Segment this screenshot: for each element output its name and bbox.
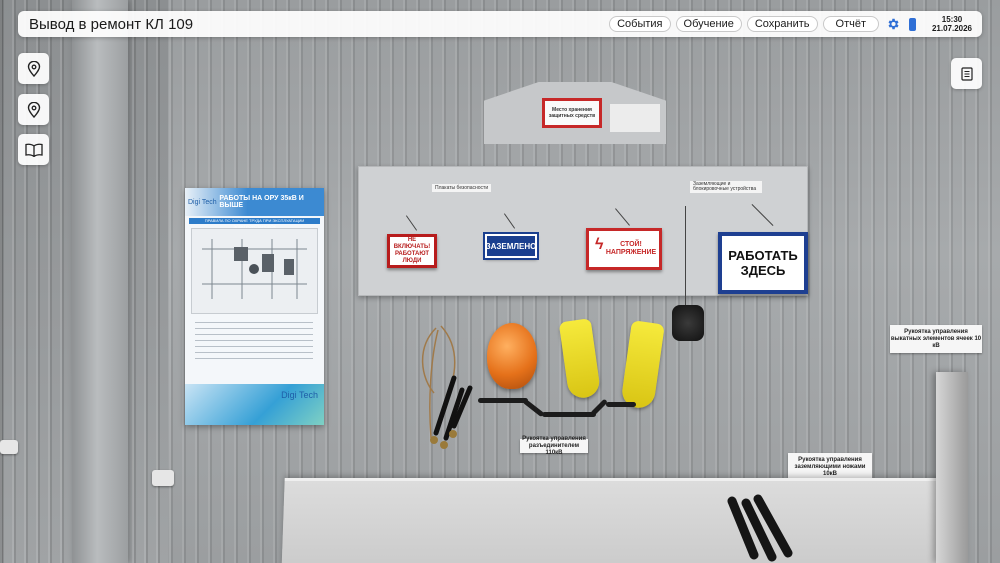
- wall-socket: [0, 440, 18, 454]
- poster-header: Digi Tech РАБОТЫ НА ОРУ 35кВ И ВЫШЕ: [185, 188, 324, 216]
- grounding-cable-set[interactable]: [416, 318, 476, 458]
- right-partition-rail: [936, 372, 968, 563]
- lightning-icon: ϟ: [595, 236, 604, 253]
- sign-work-here[interactable]: РАБОТАТЬ ЗДЕСЬ: [718, 232, 808, 294]
- location-pin-icon: [27, 60, 40, 77]
- floor-partition: [281, 478, 945, 563]
- storage-paper: [610, 104, 660, 132]
- storage-sign: Место хранения защитных средств: [542, 98, 602, 128]
- top-bar: Вывод в ремонт КЛ 109 События Обучение С…: [18, 11, 982, 37]
- training-button[interactable]: Обучение: [675, 16, 742, 32]
- settings-button[interactable]: [885, 16, 901, 32]
- events-button[interactable]: События: [609, 16, 671, 32]
- sign-no-switch[interactable]: НЕ ВКЛЮЧАТЬ! РАБОТАЮТ ЛЮДИ: [387, 234, 437, 268]
- poster-title: РАБОТЫ НА ОРУ 35кВ И ВЫШЕ: [219, 195, 304, 209]
- poster-brand: Digi Tech: [188, 198, 217, 206]
- location-button-2[interactable]: [18, 94, 49, 125]
- label-earthing-knife-handle: Рукоятка управления заземляющими ножами …: [788, 453, 872, 481]
- poster-scheme-image: [191, 228, 318, 314]
- document-list-icon: [960, 66, 973, 81]
- clock-date: 21.07.2026: [931, 24, 973, 33]
- gear-icon: [888, 18, 899, 30]
- location-pin-icon: [27, 101, 40, 118]
- label-cart-handle: Рукоятка управления выкатных элементов я…: [890, 325, 982, 353]
- lock-string: [685, 206, 686, 306]
- safety-helmet[interactable]: [487, 323, 537, 389]
- location-button-1[interactable]: [18, 53, 49, 84]
- scene-viewport[interactable]: Место хранения защитных средств Плакаты …: [0, 0, 1000, 563]
- danger-sign-text: СТОЙ! НАПРЯЖЕНИЕ: [605, 241, 657, 256]
- report-button[interactable]: Отчёт: [822, 16, 879, 32]
- wall-socket: [152, 470, 174, 486]
- sign-danger-voltage[interactable]: ϟ СТОЙ! НАПРЯЖЕНИЕ: [586, 228, 662, 270]
- open-book-icon: [24, 143, 43, 157]
- dielectric-glove-left[interactable]: [558, 318, 602, 400]
- padlock-bundle[interactable]: [672, 305, 704, 341]
- clock-time: 15:30: [941, 15, 963, 24]
- phone-icon: [908, 17, 916, 31]
- documents-button[interactable]: [951, 58, 982, 89]
- save-button[interactable]: Сохранить: [746, 16, 818, 32]
- sign-grounded[interactable]: ЗАЗЕМЛЕНО: [483, 232, 539, 260]
- wall-pillar: [72, 0, 128, 563]
- earthing-rods[interactable]: [724, 493, 814, 563]
- manual-button[interactable]: [18, 134, 49, 165]
- poster-footer-brand: Digi Tech: [281, 390, 318, 400]
- device-button[interactable]: [904, 16, 920, 32]
- poster-footer: Digi Tech: [185, 384, 324, 425]
- board-label-safety-signs: Плакаты безопасности: [432, 184, 492, 192]
- poster-subtitle: ПРАВИЛА ПО ОХРАНЕ ТРУДА ПРИ ЭКСПЛУАТАЦИИ…: [189, 218, 320, 229]
- scenario-title: Вывод в ремонт КЛ 109: [29, 15, 194, 33]
- label-disconnector-handle: Рукоятка управления разъединителем 110кВ: [520, 436, 588, 456]
- datetime: 15:30 21.07.2026: [930, 15, 974, 33]
- poster-text-lines: [195, 322, 313, 362]
- safety-poster[interactable]: Digi Tech РАБОТЫ НА ОРУ 35кВ И ВЫШЕ ПРАВ…: [185, 188, 324, 425]
- disconnector-handle[interactable]: [478, 394, 638, 424]
- substation-scheme: [202, 239, 307, 299]
- board-label-grounding-devices: Заземляющие и блокировочные устройства: [690, 181, 762, 193]
